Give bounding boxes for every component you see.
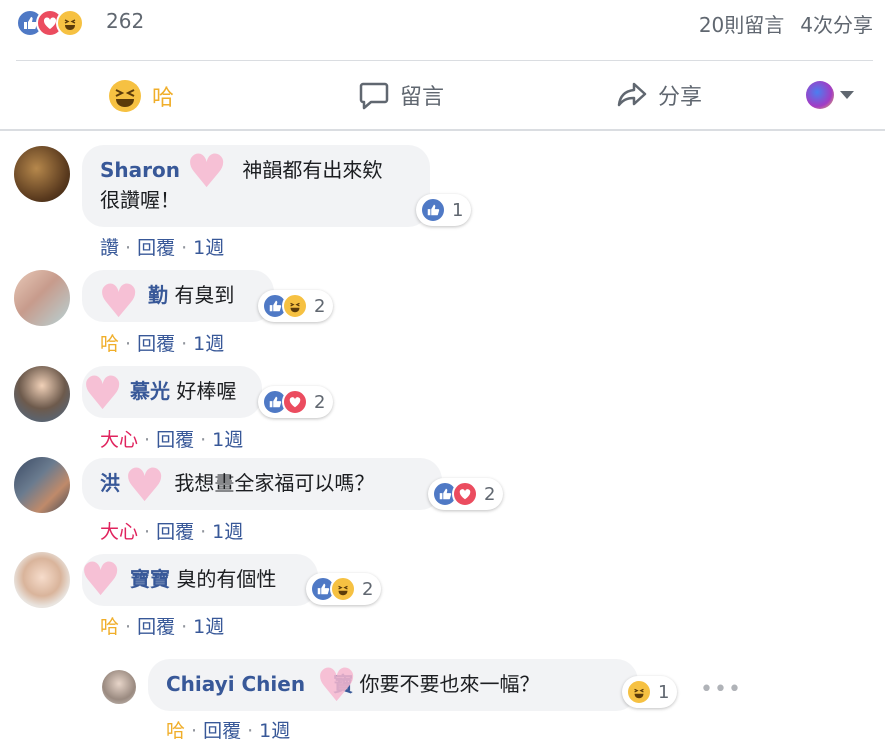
timestamp[interactable]: 1週 [259,720,290,742]
like-link[interactable]: 讚 [100,237,119,259]
love-icon [282,389,308,415]
reply-link[interactable]: 回覆 [156,521,194,543]
reaction-badge[interactable]: 2 [258,290,334,322]
reply-link[interactable]: 回覆 [137,616,175,638]
action-bar: 哈 留言 分享 [0,61,885,129]
reaction-count: 1 [452,199,464,221]
reaction-link[interactable]: 哈 [100,333,119,355]
reaction-badge[interactable]: 2 [428,478,504,510]
love-icon [452,481,478,507]
chevron-down-icon [840,91,854,99]
haha-icon [330,576,356,602]
comment-button[interactable]: 留言 [358,79,444,111]
reaction-count[interactable]: 262 [106,9,144,33]
reaction-icons[interactable] [16,9,84,37]
reaction-badge[interactable]: 1 [622,676,678,708]
commenter-name[interactable]: 寶寶 [130,567,170,591]
comment-text: 好棒喔 [176,379,237,403]
reply-link[interactable]: 回覆 [203,720,241,742]
blur-heart-icon: ♥ [82,366,124,420]
reply-link[interactable]: 回覆 [137,237,175,259]
haha-icon [109,80,141,112]
avatar[interactable] [102,670,136,704]
avatar[interactable] [14,457,70,513]
commenter-name[interactable]: Chiayi Chien [166,672,305,696]
reaction-count: 2 [484,483,496,505]
share-arrow-icon [617,82,647,107]
comment-text: 很讚喔！ [100,188,180,212]
summary-stats: 20則留言 4次分享 [699,9,873,38]
reaction-badge[interactable]: 2 [258,386,334,418]
comment-text: 臭的有個性 [176,567,277,591]
blur-heart-icon: ♥ [98,274,140,328]
commenter-name[interactable]: 勤 [148,283,168,307]
reaction-count: 2 [314,391,326,413]
commenter-name[interactable]: 慕光 [130,379,170,403]
timestamp[interactable]: 1週 [193,616,224,638]
share-label: 分享 [658,85,703,110]
reaction-summary: 262 20則留言 4次分享 [0,0,885,48]
comment-text: 有臭到 [174,283,235,307]
haha-label: 哈 [152,86,175,111]
comment-meta: 哈 · 回覆 · 1週 [166,720,291,742]
like-icon [420,197,446,223]
comment-meta: 哈 · 回覆 · 1週 [100,616,225,638]
timestamp[interactable]: 1週 [193,237,224,259]
blur-heart-icon: ♥ [186,144,228,198]
comment-text: 神韻都有出來欸 [242,158,383,182]
comment-bubble: Sharon 神韻都有出來欸 很讚喔！ [82,145,430,227]
post-as-selector[interactable] [806,81,854,109]
reaction-badge[interactable]: 1 [416,194,472,226]
blur-heart-icon: ♥ [124,458,166,512]
reaction-link[interactable]: 哈 [100,616,119,638]
comments-count-link[interactable]: 20則留言 [699,9,784,38]
commenter-name[interactable]: 洪 [100,471,120,495]
reaction-count: 2 [314,295,326,317]
timestamp[interactable]: 1週 [193,333,224,355]
divider [0,129,885,131]
blur-heart-icon: ♥ [316,658,358,712]
reaction-count: 2 [362,578,374,600]
comment-meta: 讚 · 回覆 · 1週 [100,237,225,259]
comment-text: 我想畫全家福可以嗎？ [174,471,375,495]
reaction-count: 1 [658,681,670,703]
reaction-link[interactable]: 大心 [100,521,138,543]
reaction-link[interactable]: 哈 [166,720,185,742]
haha-reaction-button[interactable]: 哈 [108,79,174,113]
haha-icon [626,679,652,705]
commenter-name[interactable]: Sharon [100,158,180,182]
haha-icon [56,9,84,37]
shares-count-link[interactable]: 4次分享 [800,9,873,38]
comment-bubble: Chiayi Chien 寶 你要不要也來一幅？ [148,659,638,711]
comment-bubble-icon [359,82,389,110]
haha-icon [282,293,308,319]
reply-link[interactable]: 回覆 [137,333,175,355]
timestamp[interactable]: 1週 [212,429,243,451]
comment-meta: 哈 · 回覆 · 1週 [100,333,225,355]
reaction-badge[interactable]: 2 [306,573,382,605]
avatar[interactable] [14,270,70,326]
reaction-link[interactable]: 大心 [100,429,138,451]
avatar[interactable] [14,552,70,608]
avatar[interactable] [14,146,70,202]
avatar[interactable] [14,366,70,422]
comment-text: 你要不要也來一幅？ [359,672,540,696]
comment-label: 留言 [400,85,445,110]
reply-link[interactable]: 回覆 [156,429,194,451]
comment-meta: 大心 · 回覆 · 1週 [100,429,244,451]
blur-heart-icon: ♥ [80,552,122,606]
comment-meta: 大心 · 回覆 · 1週 [100,521,244,543]
more-options-icon[interactable]: ••• [700,677,742,702]
share-button[interactable]: 分享 [616,79,702,111]
timestamp[interactable]: 1週 [212,521,243,543]
user-avatar [806,81,834,109]
